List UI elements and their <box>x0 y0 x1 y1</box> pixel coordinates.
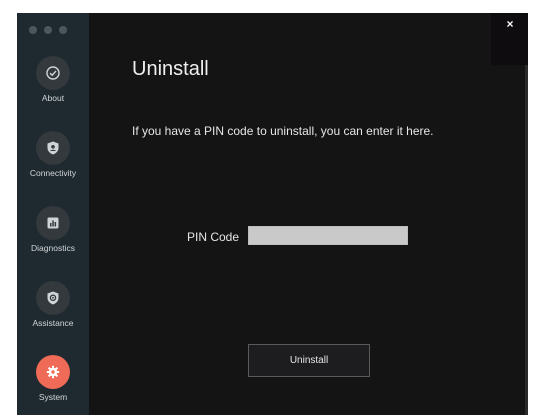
sidebar-item-system[interactable]: System <box>17 355 89 415</box>
sidebar-item-connectivity[interactable]: Connectivity <box>17 131 89 195</box>
uninstall-window: About Connectivity Diagnostics Assistanc… <box>17 13 528 415</box>
shield-person-icon <box>36 131 70 165</box>
sidebar-item-assistance[interactable]: Assistance <box>17 281 89 345</box>
shield-gear-icon <box>36 281 70 315</box>
sidebar-item-label: Connectivity <box>29 168 77 178</box>
sidebar-item-label: About <box>41 93 65 103</box>
window-dot[interactable] <box>29 26 37 34</box>
bar-chart-icon <box>36 206 70 240</box>
scrollbar-track[interactable] <box>525 65 528 415</box>
sidebar-item-label: Diagnostics <box>31 243 75 253</box>
sidebar-item-about[interactable]: About <box>17 56 89 120</box>
close-button[interactable]: × <box>502 16 518 32</box>
sidebar-item-label: System <box>38 392 68 402</box>
sidebar-item-diagnostics[interactable]: Diagnostics <box>17 206 89 270</box>
window-controls <box>29 26 67 34</box>
pin-code-label: PIN Code <box>187 230 240 244</box>
page-title: Uninstall <box>132 58 209 80</box>
window-dot[interactable] <box>44 26 52 34</box>
gear-icon <box>36 355 70 389</box>
sidebar-item-label: Assistance <box>32 318 74 328</box>
uninstall-button[interactable]: Uninstall <box>248 344 370 377</box>
check-circle-icon <box>36 56 70 90</box>
sidebar: About Connectivity Diagnostics Assistanc… <box>17 13 89 415</box>
pin-code-input[interactable] <box>248 226 408 245</box>
window-dot[interactable] <box>59 26 67 34</box>
pin-description: If you have a PIN code to uninstall, you… <box>132 124 434 138</box>
